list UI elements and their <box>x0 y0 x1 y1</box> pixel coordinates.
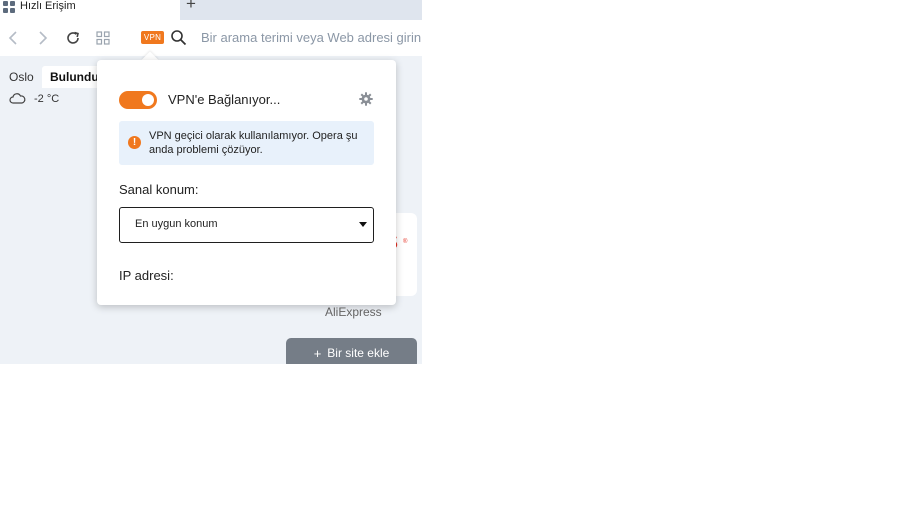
virtual-location-select[interactable]: En uygun konum <box>119 207 374 243</box>
location-tab-label: Bulundu <box>50 70 99 84</box>
toggle-knob <box>142 94 154 106</box>
gear-icon[interactable] <box>359 92 373 106</box>
tab-speed-dial[interactable]: Hızlı Erişim <box>0 0 180 20</box>
vpn-status-text: VPN'e Bağlanıyor... <box>168 92 281 107</box>
new-tab-button[interactable]: + <box>186 0 196 13</box>
reload-icon[interactable] <box>64 29 82 47</box>
weather-temperature: -2 °C <box>34 93 60 105</box>
forward-icon[interactable] <box>34 29 52 47</box>
search-icon <box>170 29 187 46</box>
location-tab[interactable]: Bulundu <box>42 66 102 88</box>
add-site-button[interactable]: + Bir site ekle <box>286 338 417 364</box>
ip-address-label: IP adresi: <box>119 268 174 283</box>
virtual-location-value: En uygun konum <box>135 218 218 230</box>
warning-icon: ! <box>128 136 141 149</box>
tab-title: Hızlı Erişim <box>20 0 76 12</box>
vpn-info-message: VPN geçici olarak kullanılamıyor. Opera … <box>149 130 358 156</box>
plus-icon: + <box>313 345 322 361</box>
tabs-grid-icon[interactable] <box>94 29 112 47</box>
virtual-location-label: Sanal konum: <box>119 182 199 197</box>
grid-icon <box>3 1 15 13</box>
weather-city: Oslo <box>9 70 34 84</box>
vpn-info-box: ! VPN geçici olarak kullanılamıyor. Oper… <box>119 121 374 165</box>
back-icon[interactable] <box>4 29 22 47</box>
chevron-down-icon <box>359 222 367 227</box>
toolbar: VPN Bir arama terimi veya Web adresi gir… <box>0 20 422 56</box>
address-bar-input[interactable]: Bir arama terimi veya Web adresi girin <box>201 30 422 46</box>
vpn-popup: VPN'e Bağlanıyor... ! VPN geçici olarak … <box>97 60 396 305</box>
aliexpress-logo-mark: ® <box>403 239 408 245</box>
vpn-badge-button[interactable]: VPN <box>141 31 164 44</box>
add-site-label: Bir site ekle <box>327 346 390 360</box>
browser-window: Hızlı Erişim + VPN Bir arama terimi veya <box>0 0 422 364</box>
vpn-toggle[interactable] <box>119 91 157 109</box>
aliexpress-tile-label[interactable]: AliExpress <box>325 305 382 319</box>
cloud-icon <box>9 92 26 105</box>
tab-strip: Hızlı Erişim + <box>0 0 422 20</box>
